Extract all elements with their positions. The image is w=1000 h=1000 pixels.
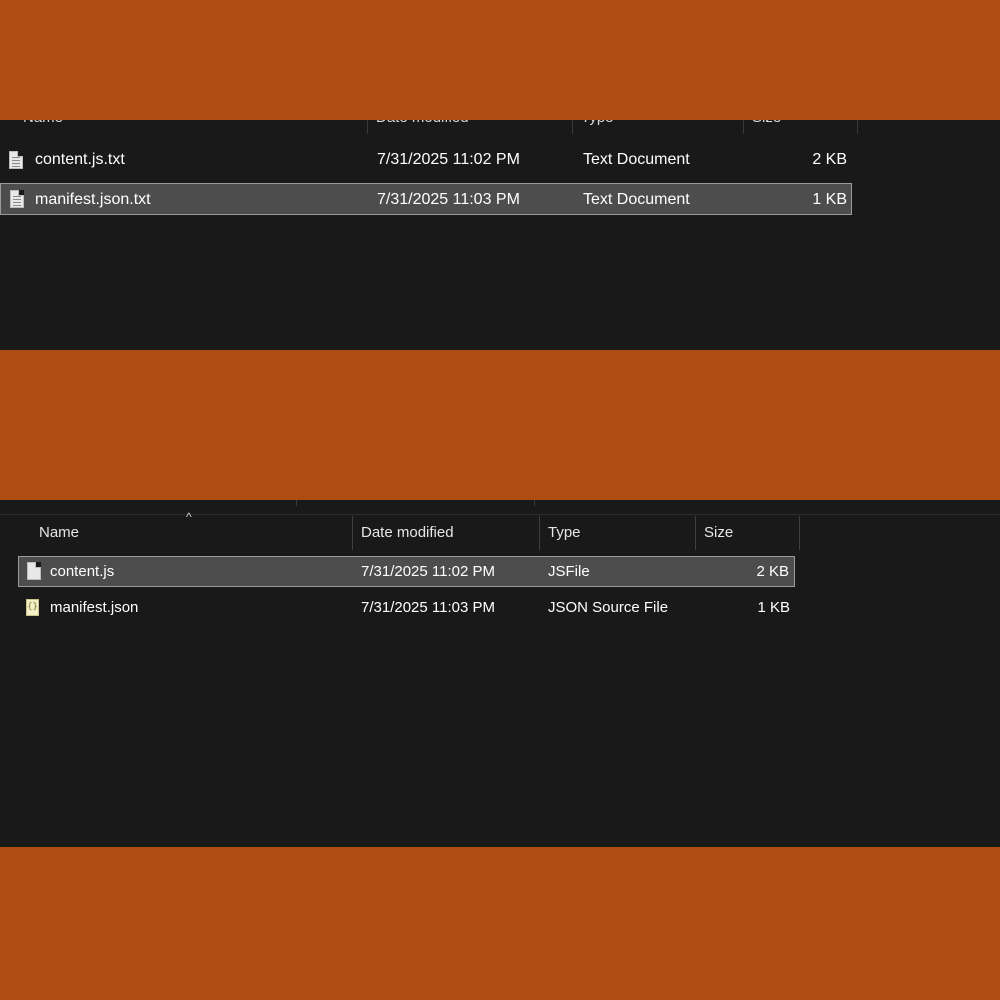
- js-file-icon: [27, 562, 41, 580]
- file-size: 1 KB: [757, 599, 790, 616]
- explorer-pane-bottom: ^ Name Date modified Type Size content.j…: [0, 500, 1000, 847]
- file-type: JSON Source File: [548, 599, 669, 616]
- file-name: manifest.json.txt: [35, 191, 151, 208]
- column-header-row: Name Date modified Type Size: [0, 516, 800, 550]
- column-header-type[interactable]: Type: [573, 120, 744, 134]
- file-row-selected[interactable]: manifest.json.txt 7/31/2025 11:03 PM Tex…: [0, 183, 852, 215]
- file-type: Text Document: [583, 151, 690, 168]
- column-header-type[interactable]: Type: [540, 516, 696, 550]
- orange-band-bottom: [0, 847, 1000, 1000]
- column-header-date-modified[interactable]: Date modified: [353, 516, 540, 550]
- file-row-selected[interactable]: content.js 7/31/2025 11:02 PM JSFile 2 K…: [18, 556, 795, 587]
- column-header-date-modified[interactable]: Date modified: [368, 120, 573, 134]
- file-date-modified: 7/31/2025 11:03 PM: [377, 191, 520, 208]
- text-file-icon: [9, 151, 23, 169]
- json-file-icon: {}: [26, 599, 39, 616]
- column-header-row: Name Date modified Type Size: [0, 120, 860, 134]
- file-name: manifest.json: [50, 599, 139, 616]
- file-name: content.js.txt: [35, 151, 125, 168]
- file-size: 2 KB: [812, 151, 847, 168]
- column-header-name[interactable]: Name: [31, 516, 353, 550]
- file-row[interactable]: content.js.txt 7/31/2025 11:02 PM Text D…: [0, 144, 852, 176]
- text-file-icon: [10, 190, 24, 208]
- file-size: 2 KB: [756, 563, 789, 580]
- file-name: content.js: [50, 563, 115, 580]
- toolbar-edge: [0, 500, 1000, 515]
- column-header-size[interactable]: Size: [696, 516, 800, 550]
- column-header-size[interactable]: Size: [744, 120, 858, 134]
- orange-band-middle: [0, 350, 1000, 500]
- file-date-modified: 7/31/2025 11:02 PM: [377, 151, 520, 168]
- file-row[interactable]: {} manifest.json 7/31/2025 11:03 PM JSON…: [18, 593, 795, 624]
- file-type: JSFile: [548, 563, 590, 580]
- column-header-name[interactable]: Name: [15, 120, 368, 134]
- file-type: Text Document: [583, 191, 690, 208]
- explorer-pane-top: Name Date modified Type Size content.js.…: [0, 120, 1000, 350]
- file-date-modified: 7/31/2025 11:03 PM: [361, 599, 495, 616]
- file-size: 1 KB: [812, 191, 847, 208]
- orange-band-top: [0, 0, 1000, 120]
- file-date-modified: 7/31/2025 11:02 PM: [361, 563, 495, 580]
